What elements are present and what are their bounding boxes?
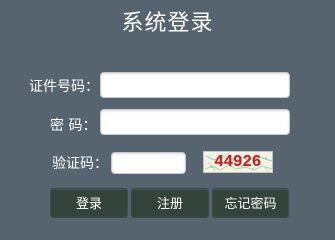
captcha-code: 44926 [214,153,262,170]
captcha-image[interactable]: 44926 [203,151,273,173]
password-label: 密 码： [50,118,97,134]
login-button[interactable]: 登录 [50,188,128,218]
id-number-label: 证件号码： [29,79,99,95]
page-title: 系统登录 [121,11,214,36]
id-number-input[interactable] [100,72,290,98]
forgot-password-button[interactable]: 忘记密码 [212,188,289,218]
login-panel: 系统登录 证件号码： 密 码： 验证码： 44926 登录 注册 忘记密码 [0,0,335,233]
register-button[interactable]: 注册 [131,188,209,218]
captcha-input[interactable] [111,152,186,174]
captcha-label: 验证码： [52,156,108,172]
password-input[interactable] [100,109,290,135]
